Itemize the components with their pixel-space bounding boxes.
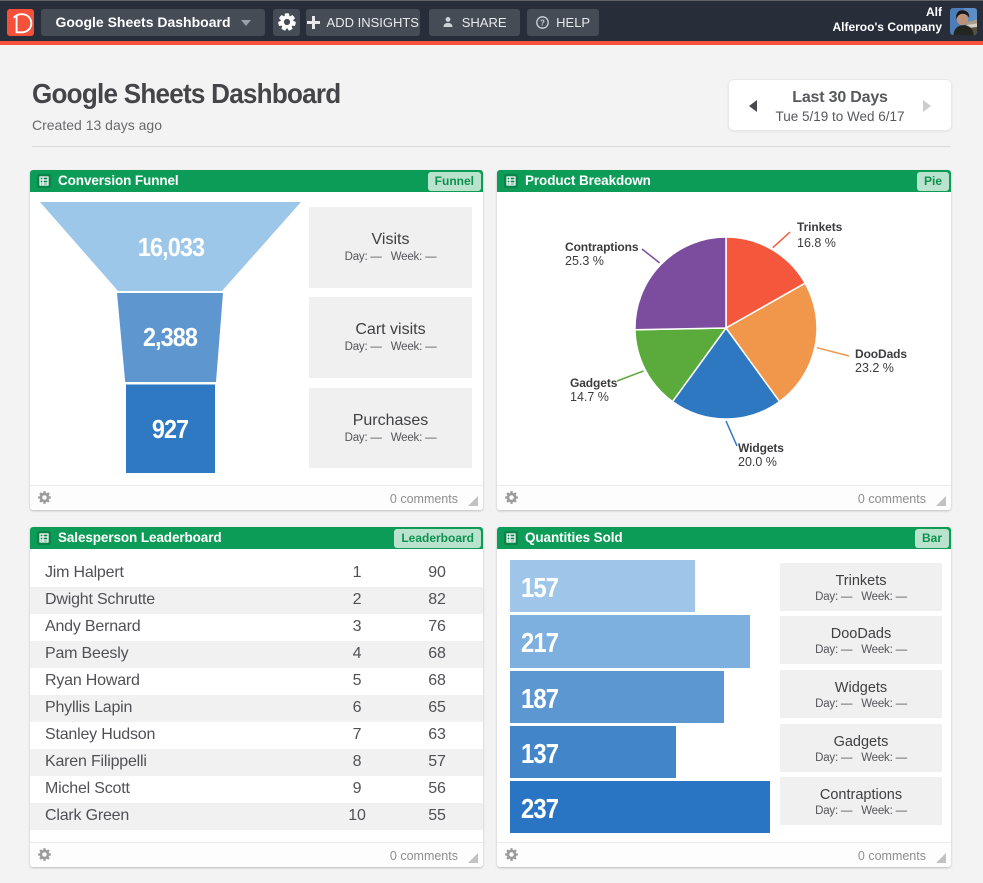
svg-text:16,033: 16,033 [138,234,204,262]
svg-text:20.0 %: 20.0 % [738,455,777,469]
svg-text:DooDads: DooDads [855,347,907,361]
svg-text:14.7 %: 14.7 % [570,390,609,404]
svg-text:927: 927 [152,416,189,444]
svg-text:Contraptions: Contraptions [565,240,639,254]
svg-text:23.2 %: 23.2 % [855,361,894,375]
svg-text:16.8 %: 16.8 % [797,236,836,250]
svg-text:Trinkets: Trinkets [797,220,843,234]
svg-text:25.3 %: 25.3 % [565,254,604,268]
svg-text:?: ? [540,18,545,27]
svg-text:Gadgets: Gadgets [570,376,618,390]
svg-text:Widgets: Widgets [738,441,784,455]
svg-text:2,388: 2,388 [143,324,197,352]
